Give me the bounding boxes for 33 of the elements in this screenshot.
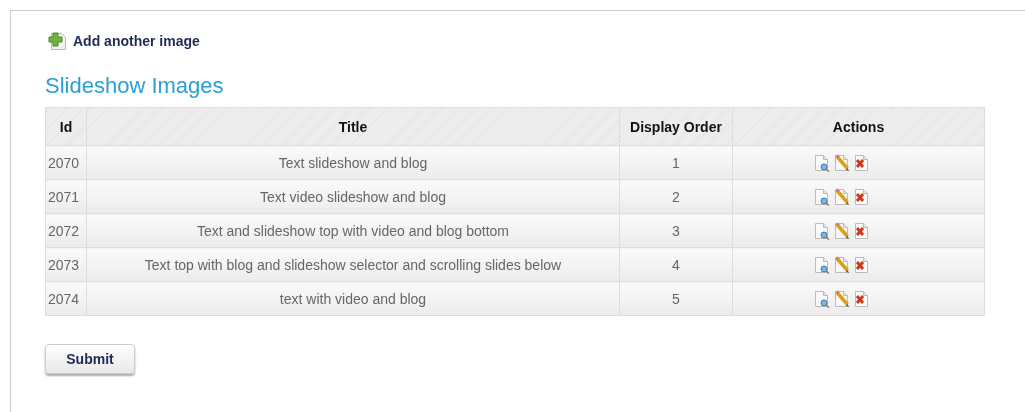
table-cell: 3 <box>619 213 733 248</box>
magnifier-page-icon[interactable] <box>813 187 832 206</box>
magnifier-page-icon[interactable] <box>813 221 832 240</box>
column-header: Title <box>86 107 620 146</box>
table-cell: 2071 <box>45 179 87 214</box>
pencil-page-icon[interactable] <box>833 187 852 206</box>
add-image-link[interactable]: Add another image <box>73 33 200 49</box>
table-cell: 4 <box>619 247 733 282</box>
section-heading: Slideshow Images <box>45 73 225 99</box>
pencil-page-icon[interactable] <box>833 153 852 172</box>
table-cell: Text video slideshow and blog <box>86 179 620 214</box>
column-header: Display Order <box>619 107 733 146</box>
column-header: Id <box>45 107 87 146</box>
pencil-page-icon[interactable] <box>833 221 852 240</box>
submit-button[interactable]: Submit <box>45 344 135 374</box>
magnifier-page-icon[interactable] <box>813 255 832 274</box>
table-cell: 5 <box>619 281 733 316</box>
table-cell: Text slideshow and blog <box>86 145 620 180</box>
table-cell: text with video and blog <box>86 281 620 316</box>
pencil-page-icon[interactable] <box>833 289 852 308</box>
column-header: Actions <box>732 107 985 146</box>
add-image-icon[interactable] <box>45 31 67 51</box>
table-cell: 2070 <box>45 145 87 180</box>
pencil-page-icon[interactable] <box>833 255 852 274</box>
magnifier-page-icon[interactable] <box>813 289 832 308</box>
magnifier-page-icon[interactable] <box>813 153 832 172</box>
table-cell: 2073 <box>45 247 87 282</box>
table-cell: 2074 <box>45 281 87 316</box>
table-cell: Text top with blog and slideshow selector and scrolling slides below <box>86 247 620 282</box>
table-cell: 2072 <box>45 213 87 248</box>
table-cell: 2 <box>619 179 733 214</box>
table-cell: Text and slideshow top with video and blog bottom <box>86 213 620 248</box>
table-cell: 1 <box>619 145 733 180</box>
